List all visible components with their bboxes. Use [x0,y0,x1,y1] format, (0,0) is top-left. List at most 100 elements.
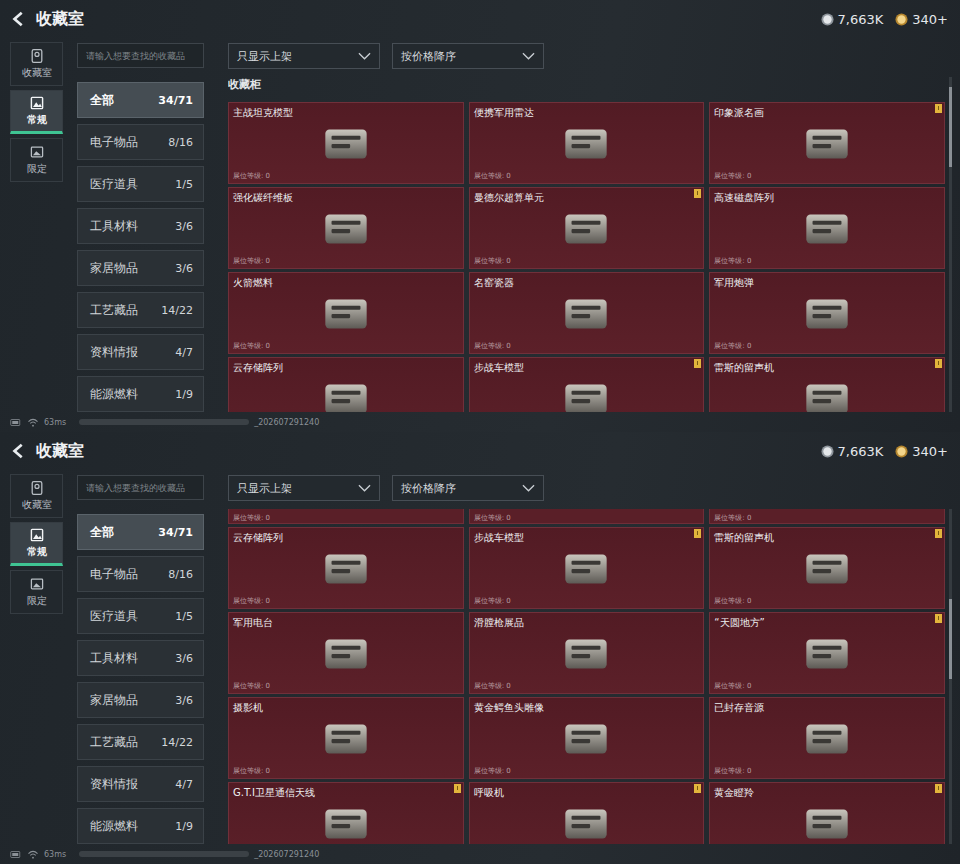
category-item[interactable]: 全部 34/71 [77,514,204,550]
collection-card[interactable]: “天圆地方” 展位等级: 0 [709,612,945,694]
item-icon [555,716,617,762]
item-icon [796,121,858,167]
filter-dropdown[interactable]: 只显示上架 [228,43,380,69]
collection-card[interactable]: 名窑瓷器 展位等级: 0 [469,272,705,354]
category-count: 8/16 [168,136,193,149]
card-name: 云存储阵列 [233,531,283,544]
category-item[interactable]: 能源燃料 1/9 [77,376,204,412]
item-icon [555,206,617,252]
back-arrow-icon[interactable] [10,442,28,460]
category-name: 家居物品 [90,692,138,709]
category-column: 全部 34/71 电子物品 8/16 医疗道具 1/5 工具材料 3/6 家居物品 3/… [77,470,204,844]
rail-item[interactable]: 限定 [10,138,63,182]
collection-card[interactable]: 高速磁盘阵列 展位等级: 0 [709,187,945,269]
collection-card[interactable]: 黄金瞪羚 [709,782,945,844]
search-field[interactable] [77,43,204,68]
card-name: 曼德尔超算单元 [474,191,544,204]
card-name: 摄影机 [233,701,263,714]
item-icon [796,291,858,337]
coin-icon [895,13,908,26]
category-item[interactable]: 资料情报 4/7 [77,334,204,370]
category-name: 家居物品 [90,260,138,277]
collection-card[interactable]: 步战车模型 [469,357,705,412]
blurred-id [79,851,249,857]
back-arrow-icon[interactable] [10,10,28,28]
collection-card[interactable]: 火箭燃料 展位等级: 0 [228,272,464,354]
category-item[interactable]: 电子物品 8/16 [77,124,204,160]
status-bar: 63ms _202607291240 [0,844,960,864]
card-name: 主战坦克模型 [233,106,293,119]
item-icon [796,376,858,412]
card-name: 黄金瞪羚 [714,786,754,799]
collection-card[interactable]: 曼德尔超算单元 展位等级: 0 [469,187,705,269]
collection-card[interactable]: 滑膛枪展品 展位等级: 0 [469,612,705,694]
collection-card[interactable]: 军用电台 展位等级: 0 [228,612,464,694]
category-item[interactable]: 资料情报 4/7 [77,766,204,802]
card-name: 滑膛枪展品 [474,616,524,629]
item-icon [315,631,377,677]
item-icon [315,801,377,844]
card-name: 高速磁盘阵列 [714,191,774,204]
card-name: 雷斯的留声机 [714,531,774,544]
rail-item[interactable]: 收藏室 [10,42,63,86]
filter-dropdown[interactable]: 只显示上架 [228,475,380,501]
category-item[interactable]: 医疗道具 1/5 [77,598,204,634]
collection-card[interactable]: 印象派名画 展位等级: 0 [709,102,945,184]
search-field[interactable] [77,475,204,500]
collection-card[interactable]: 军用炮弹 展位等级: 0 [709,272,945,354]
booth-level: 展位等级: 0 [714,766,751,776]
category-item[interactable]: 工具材料 3/6 [77,208,204,244]
currency-bar: 7,663K 340+ [821,12,948,27]
category-column: 全部 34/71 电子物品 8/16 医疗道具 1/5 工具材料 3/6 家居物品 3/… [77,38,204,412]
rail-label: 收藏室 [22,66,52,80]
collection-card[interactable]: 已封存音源 展位等级: 0 [709,697,945,779]
item-icon [555,546,617,592]
card-name: 印象派名画 [714,106,764,119]
rail-item[interactable]: 收藏室 [10,474,63,518]
category-item[interactable]: 电子物品 8/16 [77,556,204,592]
currency-bar: 7,663K 340+ [821,444,948,459]
category-name: 医疗道具 [90,608,138,625]
collection-card[interactable]: G.T.I卫星通信天线 [228,782,464,844]
category-item[interactable]: 医疗道具 1/5 [77,166,204,202]
scrollbar[interactable] [949,77,952,412]
collection-card[interactable]: 强化碳纤维板 展位等级: 0 [228,187,464,269]
category-item[interactable]: 家居物品 3/6 [77,682,204,718]
booth-level: 展位等级: 0 [233,341,270,351]
gallery-icon [29,144,45,160]
filter-dropdown[interactable]: 按价格降序 [392,43,544,69]
category-item[interactable]: 能源燃料 1/9 [77,808,204,844]
filter-dropdown[interactable]: 按价格降序 [392,475,544,501]
card-name: “天圆地方” [714,616,764,629]
collection-card[interactable]: 雷斯的留声机 [709,357,945,412]
rail-item[interactable]: 限定 [10,570,63,614]
rail-item[interactable]: 常规 [10,90,63,134]
battery-icon [10,418,22,427]
collection-card[interactable]: 黄金鳄鱼头雕像 展位等级: 0 [469,697,705,779]
scroll-thumb[interactable] [949,599,952,679]
category-item[interactable]: 工艺藏品 14/22 [77,292,204,328]
scrollbar[interactable] [949,509,952,844]
rail-label: 限定 [27,594,47,608]
collection-card[interactable]: 步战车模型 展位等级: 0 [469,527,705,609]
category-item[interactable]: 工具材料 3/6 [77,640,204,676]
category-item[interactable]: 工艺藏品 14/22 [77,724,204,760]
collection-card[interactable]: 摄影机 展位等级: 0 [228,697,464,779]
category-item[interactable]: 全部 34/71 [77,82,204,118]
category-count: 1/5 [175,178,193,191]
rail-item[interactable]: 常规 [10,522,63,566]
category-count: 34/71 [158,94,193,107]
collection-card[interactable]: 云存储阵列 展位等级: 0 [228,527,464,609]
collection-card[interactable]: 便携军用雷达 展位等级: 0 [469,102,705,184]
collection-card[interactable]: 主战坦克模型 展位等级: 0 [228,102,464,184]
currency-item: 340+ [895,444,948,459]
collection-card[interactable]: 呼吸机 [469,782,705,844]
card-name: 呼吸机 [474,786,504,799]
scroll-thumb[interactable] [949,87,952,167]
collection-card[interactable]: 云存储阵列 [228,357,464,412]
category-item[interactable]: 家居物品 3/6 [77,250,204,286]
chevron-down-icon [522,484,535,492]
room-icon [29,480,45,496]
side-rail: 收藏室 常规 限定 [10,38,63,412]
collection-card[interactable]: 雷斯的留声机 展位等级: 0 [709,527,945,609]
